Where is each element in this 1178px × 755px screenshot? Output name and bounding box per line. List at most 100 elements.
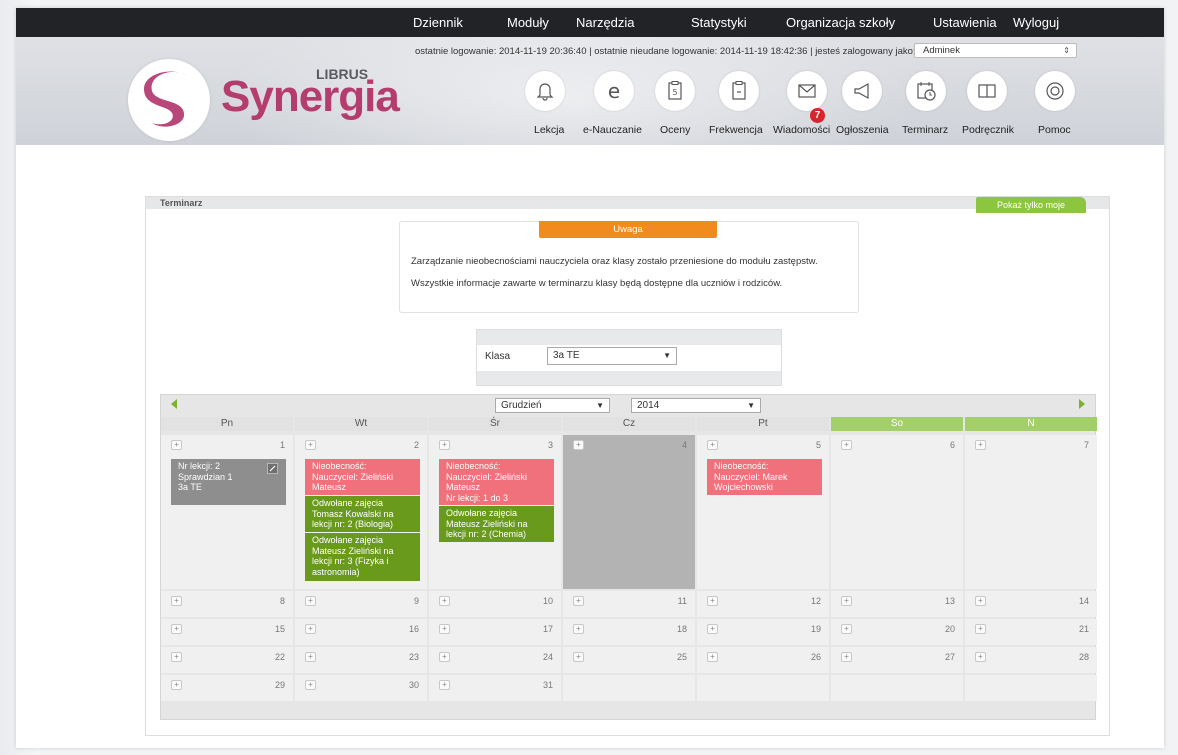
add-event-button[interactable]: +	[305, 596, 316, 606]
calendar-event-tue-cancel2[interactable]: Odwołane zajęcia Mateusz Zieliński na le…	[305, 533, 420, 581]
add-event-button[interactable]: +	[573, 624, 584, 634]
calendar-day-7[interactable]: +7	[965, 435, 1097, 589]
next-month-arrow-icon[interactable]	[1079, 399, 1085, 409]
calendar-day-21[interactable]: +21	[965, 619, 1097, 645]
module-label-podrecznik[interactable]: Podręcznik	[962, 124, 1014, 136]
add-event-button[interactable]: +	[305, 624, 316, 634]
nav-wyloguj[interactable]: Wyloguj	[1013, 8, 1059, 37]
add-event-button[interactable]: +	[171, 440, 182, 450]
add-event-button[interactable]: +	[305, 680, 316, 690]
add-event-button[interactable]: +	[975, 596, 986, 606]
module-oceny-button[interactable]: 5	[655, 71, 695, 111]
calendar-day-14[interactable]: +14	[965, 591, 1097, 617]
add-event-button[interactable]: +	[439, 680, 450, 690]
module-lekcja-button[interactable]	[525, 71, 565, 111]
calendar-day-15[interactable]: +15	[161, 619, 293, 645]
add-event-button[interactable]: +	[841, 624, 852, 634]
calendar-event-tue-cancel1[interactable]: Odwołane zajęcia Tomasz Kowalski na lekc…	[305, 496, 420, 532]
calendar-event-fri-absence[interactable]: Nieobecność: Nauczyciel: Marek Wojciecho…	[707, 459, 822, 495]
calendar-day-6[interactable]: +6	[831, 435, 963, 589]
year-select[interactable]: 2014 ▼	[631, 398, 761, 413]
add-event-button[interactable]: +	[975, 652, 986, 662]
calendar-day-23[interactable]: +23	[295, 647, 427, 673]
calendar-day-18[interactable]: +18	[563, 619, 695, 645]
calendar-day-30[interactable]: +30	[295, 675, 427, 701]
calendar-day-24[interactable]: +24	[429, 647, 561, 673]
calendar-event-wed-cancel[interactable]: Odwołane zajęcia Mateusz Zieliński na le…	[439, 506, 554, 542]
add-event-button[interactable]: +	[305, 440, 316, 450]
calendar-day-13[interactable]: +13	[831, 591, 963, 617]
calendar-day-31[interactable]: +31	[429, 675, 561, 701]
month-select[interactable]: Grudzień ▼	[495, 398, 610, 413]
calendar-day-22[interactable]: +22	[161, 647, 293, 673]
module-label-terminarz[interactable]: Terminarz	[902, 124, 948, 136]
add-event-button[interactable]: +	[707, 652, 718, 662]
module-label-enauczanie[interactable]: e-Nauczanie	[583, 124, 642, 136]
module-enauczanie-button[interactable]: e	[594, 71, 634, 111]
nav-moduly[interactable]: Moduły	[507, 8, 549, 37]
add-event-button[interactable]: +	[305, 652, 316, 662]
show-mine-button[interactable]: Pokaż tylko moje	[976, 197, 1086, 213]
calendar-day-8[interactable]: +8	[161, 591, 293, 617]
add-event-button[interactable]: +	[439, 596, 450, 606]
module-label-ogloszenia[interactable]: Ogłoszenia	[836, 124, 889, 136]
module-podrecznik-button[interactable]	[967, 71, 1007, 111]
nav-organizacja-szkoly[interactable]: Organizacja szkoły	[786, 8, 895, 37]
calendar-day-12[interactable]: +12	[697, 591, 829, 617]
calendar-event-wed-absence[interactable]: Nieobecność: Nauczyciel: Zieliński Mateu…	[439, 459, 554, 505]
calendar-day-20[interactable]: +20	[831, 619, 963, 645]
module-label-oceny[interactable]: Oceny	[660, 124, 690, 136]
module-pomoc-button[interactable]	[1035, 71, 1075, 111]
add-event-button[interactable]: +	[707, 596, 718, 606]
add-event-button[interactable]: +	[841, 652, 852, 662]
add-event-button[interactable]: +	[573, 440, 584, 450]
calendar-day-29[interactable]: +29	[161, 675, 293, 701]
module-wiadomosci-button[interactable]	[787, 71, 827, 111]
calendar-day-10[interactable]: +10	[429, 591, 561, 617]
add-event-button[interactable]: +	[439, 440, 450, 450]
calendar-day-27[interactable]: +27	[831, 647, 963, 673]
add-event-button[interactable]: +	[975, 440, 986, 450]
calendar-event-tue-absence[interactable]: Nieobecność: Nauczyciel: Zieliński Mateu…	[305, 459, 420, 495]
calendar-day-4[interactable]: +4	[563, 435, 695, 589]
module-label-lekcja[interactable]: Lekcja	[534, 124, 564, 136]
nav-narzedzia[interactable]: Narzędzia	[576, 8, 635, 37]
calendar-day-28[interactable]: +28	[965, 647, 1097, 673]
nav-ustawienia[interactable]: Ustawienia	[933, 8, 997, 37]
logo-emblem[interactable]	[128, 59, 210, 141]
add-event-button[interactable]: +	[439, 624, 450, 634]
add-event-button[interactable]: +	[171, 652, 182, 662]
calendar-day-26[interactable]: +26	[697, 647, 829, 673]
calendar-day-19[interactable]: +19	[697, 619, 829, 645]
module-ogloszenia-button[interactable]	[842, 71, 882, 111]
add-event-button[interactable]: +	[707, 624, 718, 634]
module-label-wiadomosci[interactable]: Wiadomości	[773, 124, 830, 136]
add-event-button[interactable]: +	[707, 440, 718, 450]
edit-note-icon[interactable]	[267, 463, 278, 474]
calendar-event-mon1[interactable]: Nr lekcji: 2 Sprawdzian 1 3a TE	[171, 459, 286, 505]
add-event-button[interactable]: +	[171, 680, 182, 690]
add-event-button[interactable]: +	[171, 596, 182, 606]
day-number: 24	[542, 652, 553, 662]
user-select[interactable]: Adminek ⇕	[914, 43, 1077, 58]
class-select[interactable]: 3a TE ▼	[547, 347, 677, 365]
calendar-day-9[interactable]: +9	[295, 591, 427, 617]
add-event-button[interactable]: +	[975, 624, 986, 634]
calendar-day-16[interactable]: +16	[295, 619, 427, 645]
add-event-button[interactable]: +	[841, 440, 852, 450]
calendar-day-11[interactable]: +11	[563, 591, 695, 617]
module-frekwencja-button[interactable]	[719, 71, 759, 111]
module-label-frekwencja[interactable]: Frekwencja	[709, 124, 763, 136]
calendar-day-25[interactable]: +25	[563, 647, 695, 673]
prev-month-arrow-icon[interactable]	[171, 399, 177, 409]
nav-dziennik[interactable]: Dziennik	[413, 8, 463, 37]
add-event-button[interactable]: +	[573, 596, 584, 606]
module-terminarz-button[interactable]	[906, 71, 946, 111]
add-event-button[interactable]: +	[841, 596, 852, 606]
add-event-button[interactable]: +	[573, 652, 584, 662]
calendar-day-17[interactable]: +17	[429, 619, 561, 645]
add-event-button[interactable]: +	[171, 624, 182, 634]
nav-statystyki[interactable]: Statystyki	[691, 8, 747, 37]
module-label-pomoc[interactable]: Pomoc	[1038, 124, 1071, 136]
add-event-button[interactable]: +	[439, 652, 450, 662]
